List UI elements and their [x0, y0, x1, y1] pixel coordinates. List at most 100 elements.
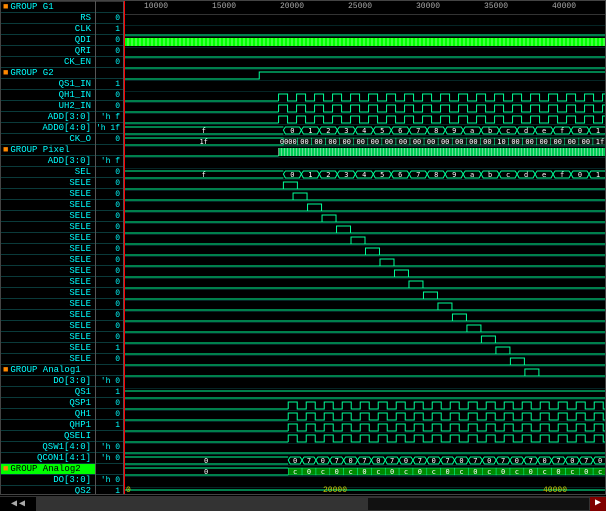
waveform-row[interactable]: 007070707070707070707070	[124, 455, 605, 466]
signal-name[interactable]: QHP1	[1, 420, 95, 431]
signal-name[interactable]: QCON1[4:1]	[1, 453, 95, 464]
group-header[interactable]: ■GROUP G2	[1, 68, 95, 79]
signal-name[interactable]: ADD0[4:0]	[1, 123, 95, 134]
waveform-row[interactable]	[124, 257, 605, 268]
waveform-row[interactable]	[124, 92, 605, 103]
waveform-row[interactable]	[124, 279, 605, 290]
signal-name[interactable]: QSP1	[1, 398, 95, 409]
waveform-row[interactable]	[124, 444, 605, 455]
signal-name[interactable]: UH2_IN	[1, 101, 95, 112]
signal-value: 0	[96, 244, 123, 255]
signal-name[interactable]: SELE	[1, 288, 95, 299]
waveform-row[interactable]	[124, 345, 605, 356]
group-header[interactable]: ■GROUP Analog2	[1, 464, 95, 475]
waveform-row[interactable]	[124, 114, 605, 125]
waveform-panel[interactable]: 10000150002000025000300003500040000 f012…	[124, 1, 605, 494]
signal-name[interactable]: SELE	[1, 310, 95, 321]
waveform-row[interactable]	[124, 290, 605, 301]
signal-name[interactable]: QS1	[1, 387, 95, 398]
signal-name[interactable]: SELE	[1, 211, 95, 222]
waveform-row[interactable]	[124, 202, 605, 213]
waveform-row[interactable]	[124, 70, 605, 81]
waveform-row[interactable]	[124, 191, 605, 202]
signal-name[interactable]: SELE	[1, 189, 95, 200]
signal-name[interactable]: SELE	[1, 178, 95, 189]
signal-name[interactable]: SELE	[1, 354, 95, 365]
signal-name[interactable]: QS2	[1, 486, 95, 494]
signal-name[interactable]: SELE	[1, 332, 95, 343]
waveform-row[interactable]	[124, 433, 605, 444]
signal-name[interactable]: SELE	[1, 321, 95, 332]
signal-name[interactable]: CLK	[1, 24, 95, 35]
signal-name[interactable]: SELE	[1, 277, 95, 288]
group-header[interactable]: ■GROUP Analog1	[1, 365, 95, 376]
signal-name[interactable]: QH1_IN	[1, 90, 95, 101]
signal-name[interactable]: QSELI	[1, 431, 95, 442]
signal-name[interactable]: SELE	[1, 244, 95, 255]
signal-name[interactable]: CK_EN	[1, 57, 95, 68]
waveform-row[interactable]	[124, 334, 605, 345]
waveform-row[interactable]	[124, 213, 605, 224]
signal-name[interactable]: DO[3:0]	[1, 376, 95, 387]
waveform-row[interactable]	[124, 268, 605, 279]
signal-name[interactable]: QDI	[1, 35, 95, 46]
time-ruler[interactable]: 10000150002000025000300003500040000	[124, 1, 605, 15]
waveform-row[interactable]	[124, 389, 605, 400]
ruler-tick: 10000	[144, 2, 168, 11]
waveform-row[interactable]	[124, 147, 605, 158]
waveform-row[interactable]	[124, 48, 605, 59]
svg-text:6: 6	[398, 127, 402, 135]
signal-name[interactable]: QH1	[1, 409, 95, 420]
waveform-row[interactable]: 1f00000000000000000000000000000000010000…	[124, 136, 605, 147]
svg-text:8: 8	[434, 171, 438, 179]
scroll-left-arrows[interactable]: ◀ ◀	[0, 497, 36, 511]
scroll-thumb[interactable]	[37, 498, 368, 510]
waveform-row[interactable]	[124, 367, 605, 378]
waveform-row[interactable]	[124, 224, 605, 235]
group-header[interactable]: ■GROUP G1	[1, 2, 95, 13]
svg-text:5: 5	[380, 171, 384, 179]
waveform-row[interactable]	[124, 411, 605, 422]
signal-name[interactable]: SELE	[1, 233, 95, 244]
waveform-row[interactable]	[124, 26, 605, 37]
signal-name[interactable]: QSW1[4:0]	[1, 442, 95, 453]
waveform-row[interactable]	[124, 103, 605, 114]
signal-name[interactable]: ADD[3:0]	[1, 156, 95, 167]
signal-name[interactable]: DO[3:0]	[1, 475, 95, 486]
svg-text:7: 7	[362, 457, 366, 465]
waveform-row[interactable]	[124, 312, 605, 323]
signal-value: 0	[96, 167, 123, 178]
signal-name[interactable]: CK_O	[1, 134, 95, 145]
signal-name[interactable]: SEL	[1, 167, 95, 178]
group-header[interactable]: ■GROUP Pixel	[1, 145, 95, 156]
signal-name[interactable]: QS1_IN	[1, 79, 95, 90]
scroll-track[interactable]	[36, 497, 590, 511]
waveform-row[interactable]	[124, 235, 605, 246]
waveform-row[interactable]	[124, 59, 605, 70]
time-cursor[interactable]	[124, 1, 125, 494]
waveform-row[interactable]	[124, 323, 605, 334]
scroll-left-fast-icon[interactable]: ◀	[11, 498, 17, 510]
waveform-row[interactable]	[124, 400, 605, 411]
horizontal-scrollbar[interactable]: ◀ ◀ ▶	[0, 496, 606, 511]
signal-name[interactable]: SELE	[1, 200, 95, 211]
signal-name[interactable]: RS	[1, 13, 95, 24]
signal-name[interactable]: SELE	[1, 299, 95, 310]
waveform-row[interactable]: f0123456789abcdef01	[124, 125, 605, 136]
signal-name[interactable]: SELE	[1, 222, 95, 233]
scroll-left-icon[interactable]: ◀	[19, 498, 25, 510]
scroll-right-icon[interactable]: ▶	[590, 497, 606, 511]
signal-name[interactable]: SELE	[1, 343, 95, 354]
waveform-row[interactable]	[124, 422, 605, 433]
waveform-row[interactable]	[124, 37, 605, 48]
waveform-row[interactable]	[124, 180, 605, 191]
signal-name[interactable]: SELE	[1, 266, 95, 277]
waveform-row[interactable]	[124, 356, 605, 367]
signal-name[interactable]: SELE	[1, 255, 95, 266]
signal-name[interactable]: QRI	[1, 46, 95, 57]
waveform-row[interactable]	[124, 246, 605, 257]
signal-name[interactable]: ADD[3:0]	[1, 112, 95, 123]
waveform-row[interactable]	[124, 301, 605, 312]
waveform-row[interactable]: f0123456789abcdef01	[124, 169, 605, 180]
waveform-row[interactable]: 0c0c0c0c0c0c0c0c0c0c0c0c	[124, 466, 605, 477]
